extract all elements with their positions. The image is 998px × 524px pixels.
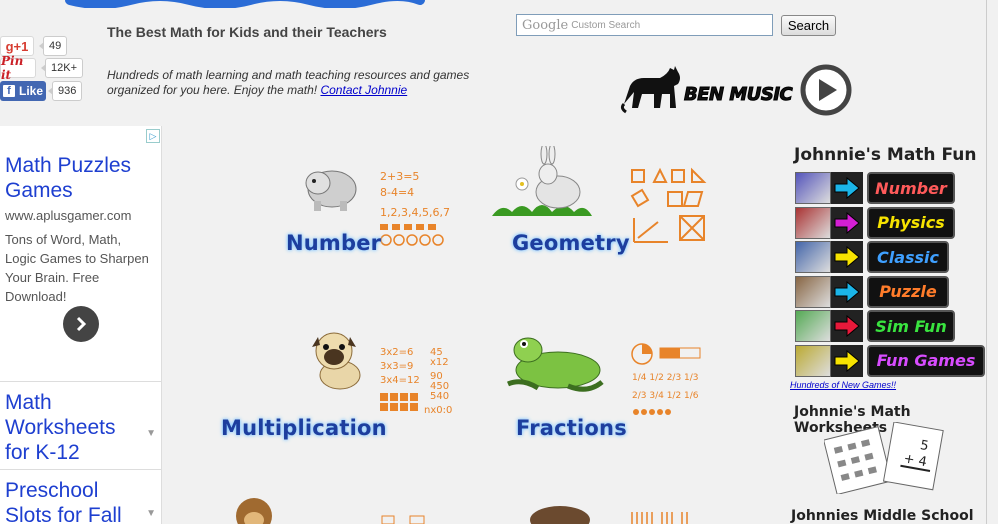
svg-text:1,2,3,4,5,6,7: 1,2,3,4,5,6,7 [380,206,450,219]
math-fun-item[interactable]: Sim Fun [795,310,990,342]
category-multiplication-link[interactable]: Multiplication [221,416,387,440]
arrow-right-icon [831,241,863,273]
pug-image[interactable] [306,327,368,391]
monkey-image[interactable] [232,494,276,524]
google-logo: Google [522,17,569,33]
math-fun-button[interactable]: Sim Fun [867,310,955,342]
arrow-right-icon [831,172,863,204]
frog-image[interactable] [498,330,610,396]
category-number-link[interactable]: Number [286,231,381,255]
ad-url[interactable]: www.aplusgamer.com [5,208,131,223]
svg-text:1/4 1/2 2/3 1/3: 1/4 1/2 2/3 1/3 [632,373,699,383]
gplus-count: 49 [38,36,68,56]
multiplication-worksheet-image[interactable]: 3x2=63x3=93x4=12 45x1290450540 nx0:0 [378,343,458,417]
rabbit-image[interactable] [492,146,592,220]
geometry-worksheet-image[interactable] [628,166,708,246]
gplus-row: g+1 49 [0,36,68,56]
ad-link-worksheets[interactable]: Math Worksheets for K-12 ▼ [0,381,162,469]
svg-text:x12: x12 [430,357,449,368]
chevron-down-icon: ▼ [146,508,156,519]
facebook-like-button[interactable]: f Like [0,81,46,101]
contact-link[interactable]: Contact Johnnie [320,83,407,97]
svg-text:3x2=6: 3x2=6 [380,347,413,358]
search-button[interactable]: Search [781,15,836,36]
pinit-button[interactable]: Pin it [0,54,36,82]
category-geometry-link[interactable]: Geometry [512,231,630,255]
category-fractions-link[interactable]: Fractions [516,416,627,440]
math-fun-title: Johnnie's Math Fun [794,145,977,165]
pinit-row: Pin it 12K+ [0,54,83,82]
svg-text:nx0:0: nx0:0 [424,405,452,416]
number-worksheet-image[interactable]: 2+3=5 8-4=4 1,2,3,4,5,6,7 [378,168,456,250]
animal-image[interactable] [520,498,590,524]
new-games-link[interactable]: Hundreds of New Games!! [790,380,896,390]
math-fun-item[interactable]: Physics [795,206,990,239]
math-fun-button[interactable]: Fun Games [867,344,985,377]
facebook-row: f Like 936 [0,81,83,101]
math-fun-item[interactable]: Number [795,172,990,204]
ad-description: Tons of Word, Math, Logic Games to Sharp… [5,232,149,304]
ben-music-label: BEN MUSIC [683,84,793,106]
gplus-button[interactable]: g+1 [0,36,34,56]
fractions-worksheet-image[interactable]: 1/4 1/2 2/3 1/3 2/3 3/4 1/2 1/6 [630,342,708,420]
tally-worksheet-image[interactable] [628,510,698,524]
middle-school-title: Johnnies Middle School Math [791,508,974,524]
arrow-right-icon [831,310,863,342]
svg-text:2+3=5: 2+3=5 [380,170,419,183]
math-fun-button[interactable]: Physics [867,206,955,239]
intro-text: Hundreds of math learning and math teach… [107,68,470,97]
ad-panel: ▷ Math Puzzles Games www.aplusgamer.com … [0,126,162,524]
game-thumbnail[interactable] [795,206,831,239]
game-thumbnail[interactable] [795,241,831,273]
facebook-icon: f [2,85,15,97]
game-thumbnail[interactable] [795,344,831,377]
math-fun-item[interactable]: Puzzle [795,275,990,308]
arrow-right-icon [831,344,863,377]
math-fun-button[interactable]: Classic [867,241,949,273]
facebook-like-count: 936 [47,81,83,101]
ad-link-preschool[interactable]: Preschool Slots for Fall ▼ [0,469,162,524]
svg-text:540: 540 [430,391,449,402]
math-fun-item[interactable]: Classic [795,241,990,273]
chevron-down-icon: ▼ [146,428,156,439]
worksheets-image[interactable]: 5 + 4 [824,422,946,494]
ad-title[interactable]: Math Puzzles Games [5,153,155,203]
ad-next-button[interactable] [63,306,99,342]
math-fun-button[interactable]: Number [867,172,955,204]
arrow-right-icon [831,275,863,308]
worksheet-thumbnail[interactable] [380,512,440,524]
game-thumbnail[interactable] [795,172,831,204]
adchoices-icon[interactable]: ▷ [146,129,160,143]
page: g+1 49 Pin it 12K+ f Like 936 The Best Ma… [0,0,998,524]
arrow-right-icon [831,206,863,239]
svg-text:3x3=9: 3x3=9 [380,361,413,372]
svg-text:8-4=4: 8-4=4 [380,186,414,199]
svg-text:3x4=12: 3x4=12 [380,375,420,386]
game-thumbnail[interactable] [795,275,831,308]
svg-text:2/3 3/4 1/2 1/6: 2/3 3/4 1/2 1/6 [632,391,699,401]
math-fun-button[interactable]: Puzzle [867,275,949,308]
site-logo[interactable] [60,0,430,8]
search-input[interactable]: Google Custom Search [516,14,773,36]
game-thumbnail[interactable] [795,310,831,342]
site-tagline: The Best Math for Kids and their Teacher… [107,24,387,40]
math-fun-item[interactable]: Fun Games [795,344,990,377]
pinit-count: 12K+ [41,58,83,78]
page-scroll-edge [986,0,998,524]
bear-image[interactable] [300,163,360,213]
chevron-right-icon [76,316,87,332]
